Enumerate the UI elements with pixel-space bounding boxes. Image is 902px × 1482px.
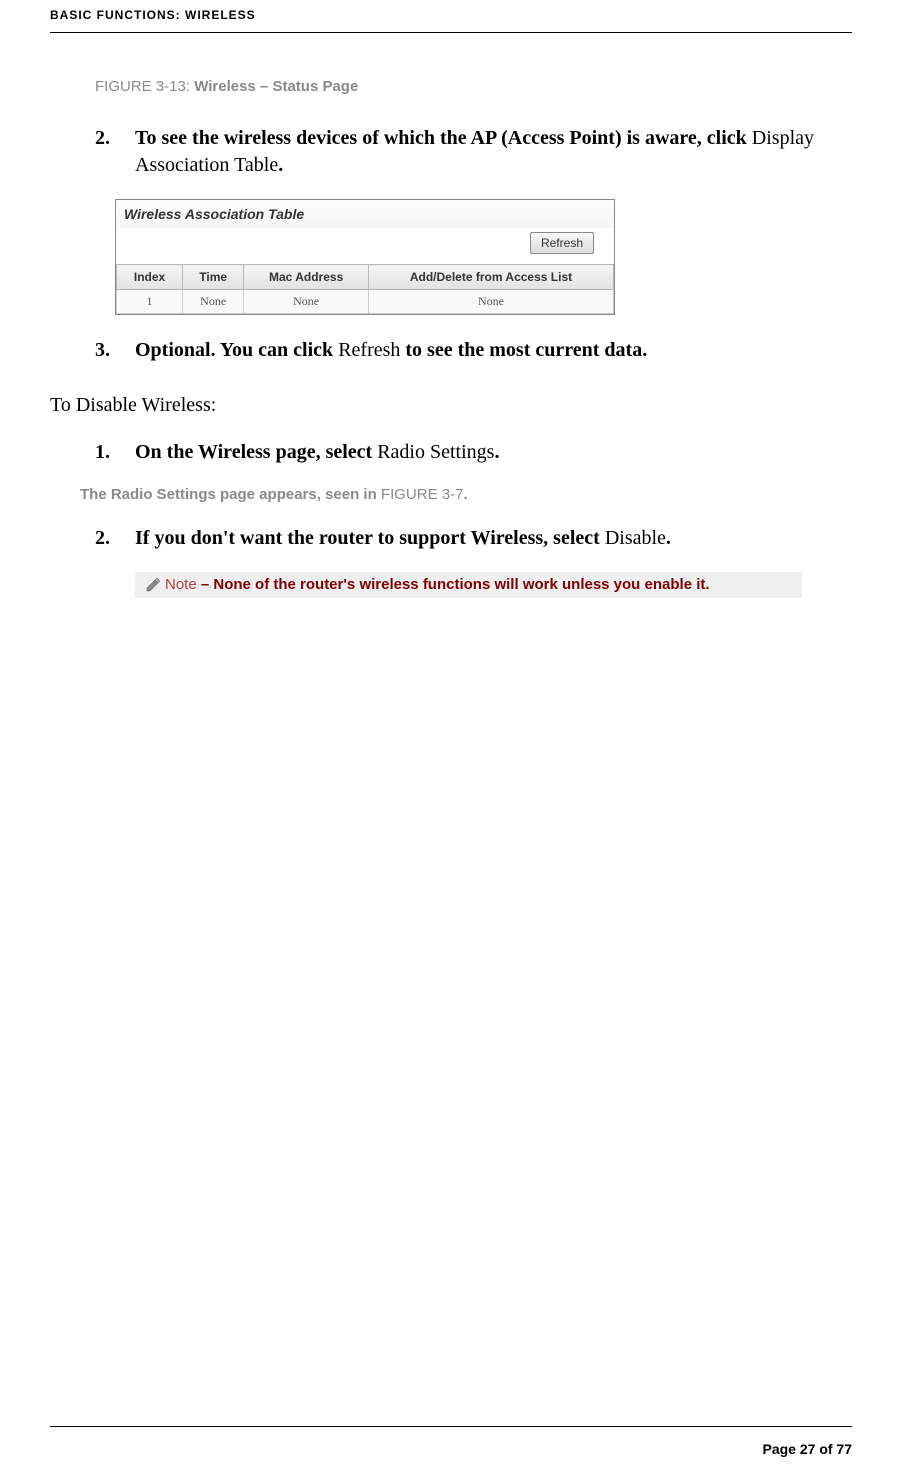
step-number: 2. [95, 125, 135, 179]
table-header-row: Index Time Mac Address Add/Delete from A… [117, 265, 614, 290]
page-header: BASIC FUNCTIONS: WIRELESS [50, 0, 852, 33]
page-footer: Page 27 of 77 [50, 1426, 852, 1457]
col-time: Time [183, 265, 244, 290]
refresh-row: Refresh [116, 228, 614, 264]
step-content: To see the wireless devices of which the… [135, 125, 852, 179]
col-add-delete: Add/Delete from Access List [368, 265, 613, 290]
note-box: Note – None of the router's wireless fun… [135, 572, 802, 598]
cell-time: None [183, 290, 244, 314]
text-bold: to see the most current data. [400, 339, 647, 361]
note-text: – None of the router's wireless function… [197, 576, 710, 593]
figure-title: Wireless – Status Page [194, 78, 358, 95]
table-title-row: Wireless Association Table [116, 200, 614, 228]
step-content: If you don't want the router to support … [135, 525, 852, 552]
pencil-icon [145, 577, 161, 593]
refresh-button[interactable]: Refresh [530, 232, 594, 254]
note-label: Note [165, 576, 197, 593]
cell-index: 1 [117, 290, 183, 314]
cell-mac: None [244, 290, 369, 314]
association-table: Index Time Mac Address Add/Delete from A… [116, 264, 614, 314]
table-title: Wireless Association Table [124, 206, 606, 222]
text-plain: Disable [605, 527, 666, 549]
step-content: Optional. You can click Refresh to see t… [135, 337, 852, 364]
text-bold: To see the wireless devices of which the… [135, 127, 752, 149]
step-number: 1. [95, 439, 135, 466]
text-bold: . [278, 154, 283, 176]
disable-step-1: 1. On the Wireless page, select Radio Se… [95, 439, 852, 466]
disable-wireless-heading: To Disable Wireless: [50, 394, 852, 417]
text-bold: . [666, 527, 671, 549]
figure-reference: FIGURE 3-7 [381, 486, 464, 503]
figure-label: FIGURE 3-13: [95, 78, 194, 95]
step-2: 2. To see the wireless devices of which … [95, 125, 852, 179]
cell-add-delete: None [368, 290, 613, 314]
col-mac: Mac Address [244, 265, 369, 290]
note-text: . [463, 486, 467, 503]
col-index: Index [117, 265, 183, 290]
text-bold: Optional. You can click [135, 339, 338, 361]
figure-caption: FIGURE 3-13: Wireless – Status Page [95, 78, 852, 95]
step-content: On the Wireless page, select Radio Setti… [135, 439, 852, 466]
step-number: 3. [95, 337, 135, 364]
text-plain: Radio Settings [377, 441, 494, 463]
table-row: 1 None None None [117, 290, 614, 314]
step-3: 3. Optional. You can click Refresh to se… [95, 337, 852, 364]
association-table-screenshot: Wireless Association Table Refresh Index… [115, 199, 615, 315]
radio-settings-note: The Radio Settings page appears, seen in… [80, 486, 852, 503]
note-text-wrapper: Note – None of the router's wireless fun… [165, 575, 710, 595]
step-number: 2. [95, 525, 135, 552]
note-text: The Radio Settings page appears, seen in [80, 486, 381, 503]
text-bold: If you don't want the router to support … [135, 527, 605, 549]
disable-step-2: 2. If you don't want the router to suppo… [95, 525, 852, 552]
text-bold: On the Wireless page, select [135, 441, 377, 463]
text-bold: . [494, 441, 499, 463]
text-plain: Refresh [338, 339, 400, 361]
